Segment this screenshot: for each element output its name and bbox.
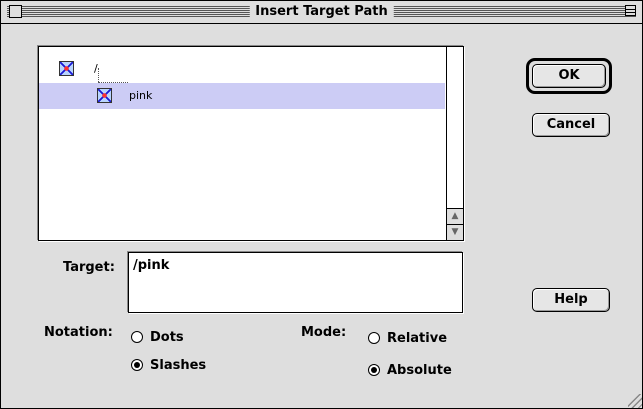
close-box-icon[interactable]	[9, 5, 22, 18]
window-title: Insert Target Path	[249, 3, 394, 20]
radio-label: Dots	[150, 330, 184, 345]
tree-item-pink[interactable]: pink	[39, 83, 445, 109]
movie-clip-icon	[59, 61, 74, 76]
radio-label: Relative	[387, 331, 448, 346]
title-bar[interactable]: Insert Target Path	[1, 1, 642, 24]
tree-item-root[interactable]: /	[39, 56, 445, 82]
target-label: Target:	[63, 260, 115, 275]
mode-label: Mode:	[301, 325, 347, 340]
vertical-scrollbar[interactable]: ▲ ▼	[446, 47, 463, 240]
radio-button-icon	[368, 332, 380, 344]
target-input[interactable]: /pink	[128, 252, 463, 313]
radio-button-icon	[368, 364, 380, 376]
scroll-down-arrow-icon[interactable]: ▼	[447, 224, 463, 240]
ok-button[interactable]: OK	[532, 64, 606, 88]
tree-connector-vertical	[98, 68, 99, 82]
insert-target-path-dialog: Insert Target Path / pink ▲ ▼ Target: /p…	[0, 0, 643, 409]
scroll-up-arrow-icon[interactable]: ▲	[447, 208, 463, 224]
radio-label: Absolute	[387, 363, 452, 378]
radio-button-icon	[131, 359, 143, 371]
tree-rows: / pink	[39, 47, 445, 240]
help-button[interactable]: Help	[532, 288, 610, 312]
cancel-button[interactable]: Cancel	[532, 113, 610, 137]
radio-label: Slashes	[150, 358, 207, 373]
radio-button-icon	[131, 331, 143, 343]
collapse-box-icon[interactable]	[625, 5, 636, 16]
target-tree-list[interactable]: / pink ▲ ▼	[38, 46, 464, 241]
notation-label: Notation:	[44, 325, 113, 340]
resize-grip-icon[interactable]	[628, 394, 642, 408]
movie-clip-icon	[97, 88, 112, 103]
tree-item-label: pink	[129, 89, 153, 102]
